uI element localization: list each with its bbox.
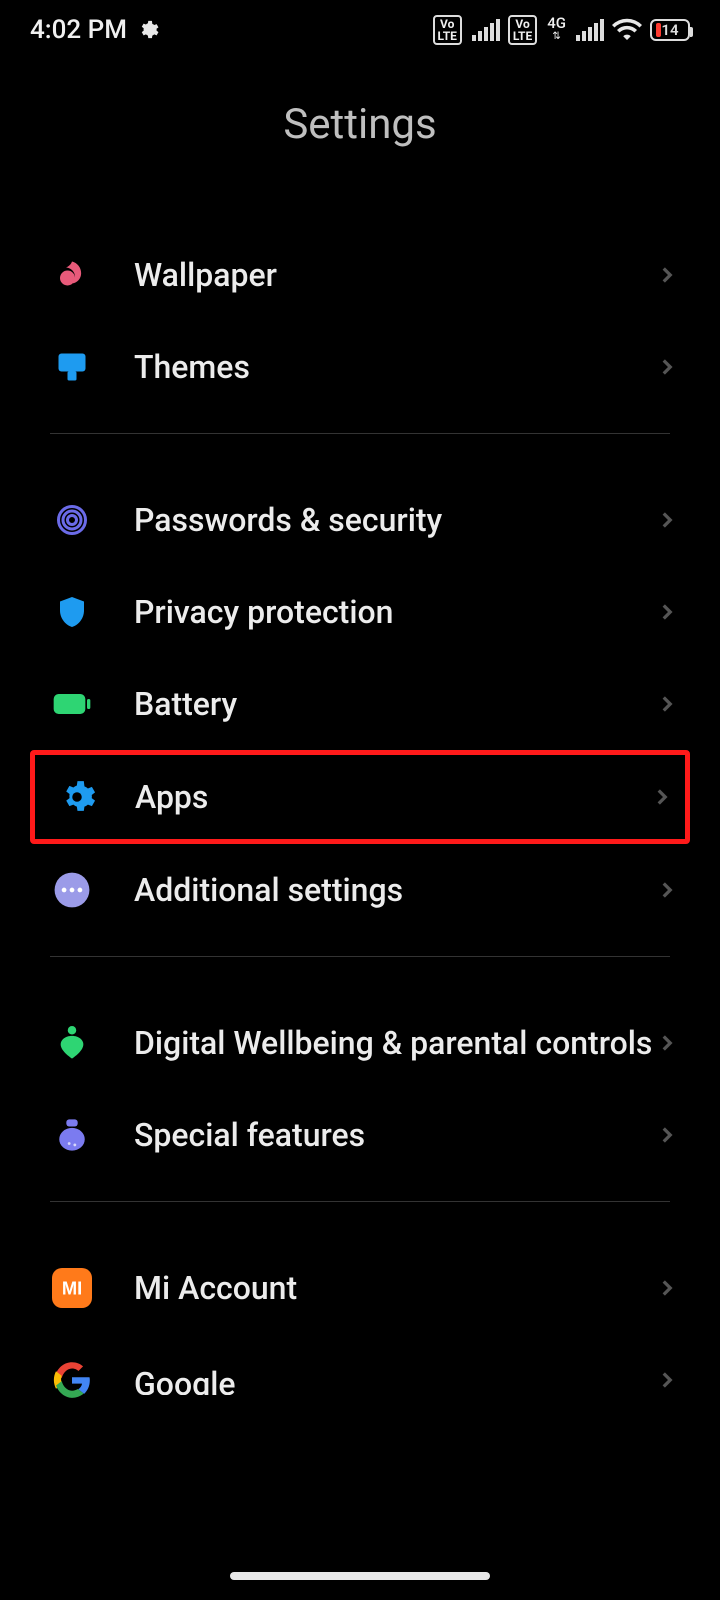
home-indicator[interactable] xyxy=(230,1572,490,1580)
page-title: Settings xyxy=(0,100,720,149)
volte-icon-2: VoLTE xyxy=(508,15,537,45)
wellbeing-icon xyxy=(50,1021,94,1065)
status-time: 4:02 PM xyxy=(30,15,127,45)
divider xyxy=(50,1201,670,1202)
chevron-right-icon xyxy=(654,354,680,380)
chevron-right-icon xyxy=(654,1030,680,1056)
row-label: Apps xyxy=(135,778,649,816)
more-icon xyxy=(50,868,94,912)
status-bar: 4:02 PM VoLTE VoLTE 4G⇅ 14 xyxy=(0,0,720,60)
row-privacy[interactable]: Privacy protection xyxy=(0,566,720,658)
row-label: Privacy protection xyxy=(134,593,654,631)
battery-item-icon xyxy=(50,682,94,726)
row-wallpaper[interactable]: Wallpaper xyxy=(0,229,720,321)
chevron-right-icon xyxy=(654,691,680,717)
status-right: VoLTE VoLTE 4G⇅ 14 xyxy=(433,15,690,45)
chevron-right-icon xyxy=(654,262,680,288)
fingerprint-icon xyxy=(50,498,94,542)
chevron-right-icon xyxy=(654,599,680,625)
row-special[interactable]: Special features xyxy=(0,1089,720,1181)
row-apps[interactable]: Apps xyxy=(30,750,690,844)
apps-gear-icon xyxy=(55,775,99,819)
svg-text:MI: MI xyxy=(62,1278,82,1299)
shield-icon xyxy=(50,590,94,634)
row-label: Themes xyxy=(134,348,654,386)
row-additional[interactable]: Additional settings xyxy=(0,844,720,936)
row-mi-account[interactable]: MI Mi Account xyxy=(0,1242,720,1334)
wifi-icon xyxy=(612,15,642,45)
row-label: Passwords & security xyxy=(134,501,654,539)
row-themes[interactable]: Themes xyxy=(0,321,720,413)
row-label: Mi Account xyxy=(134,1269,654,1307)
row-google[interactable]: Google xyxy=(0,1334,720,1402)
row-label: Wallpaper xyxy=(134,256,654,294)
chevron-right-icon xyxy=(654,877,680,903)
row-battery[interactable]: Battery xyxy=(0,658,720,750)
volte-icon: VoLTE xyxy=(433,15,462,45)
row-label: Digital Wellbeing & parental controls xyxy=(134,1024,654,1062)
row-label: Google xyxy=(134,1365,654,1395)
row-label: Special features xyxy=(134,1116,654,1154)
row-passwords[interactable]: Passwords & security xyxy=(0,474,720,566)
wallpaper-icon xyxy=(50,253,94,297)
status-left: 4:02 PM xyxy=(30,15,159,45)
network-label: 4G⇅ xyxy=(547,16,566,44)
settings-list: Wallpaper Themes Passwords & security Pr… xyxy=(0,229,720,1402)
chevron-right-icon xyxy=(654,507,680,533)
row-label: Additional settings xyxy=(134,871,654,909)
mi-icon: MI xyxy=(50,1266,94,1310)
row-wellbeing[interactable]: Digital Wellbeing & parental controls xyxy=(0,997,720,1089)
signal-icon xyxy=(472,19,500,41)
row-label: Battery xyxy=(134,685,654,723)
battery-icon: 14 xyxy=(650,19,690,41)
divider xyxy=(50,956,670,957)
chevron-right-icon xyxy=(649,784,675,810)
themes-icon xyxy=(50,345,94,389)
divider xyxy=(50,433,670,434)
google-icon xyxy=(50,1358,94,1402)
chevron-right-icon xyxy=(654,1367,680,1393)
gear-icon xyxy=(137,19,159,41)
flask-icon xyxy=(50,1113,94,1157)
signal-icon-2 xyxy=(576,19,604,41)
chevron-right-icon xyxy=(654,1275,680,1301)
chevron-right-icon xyxy=(654,1122,680,1148)
